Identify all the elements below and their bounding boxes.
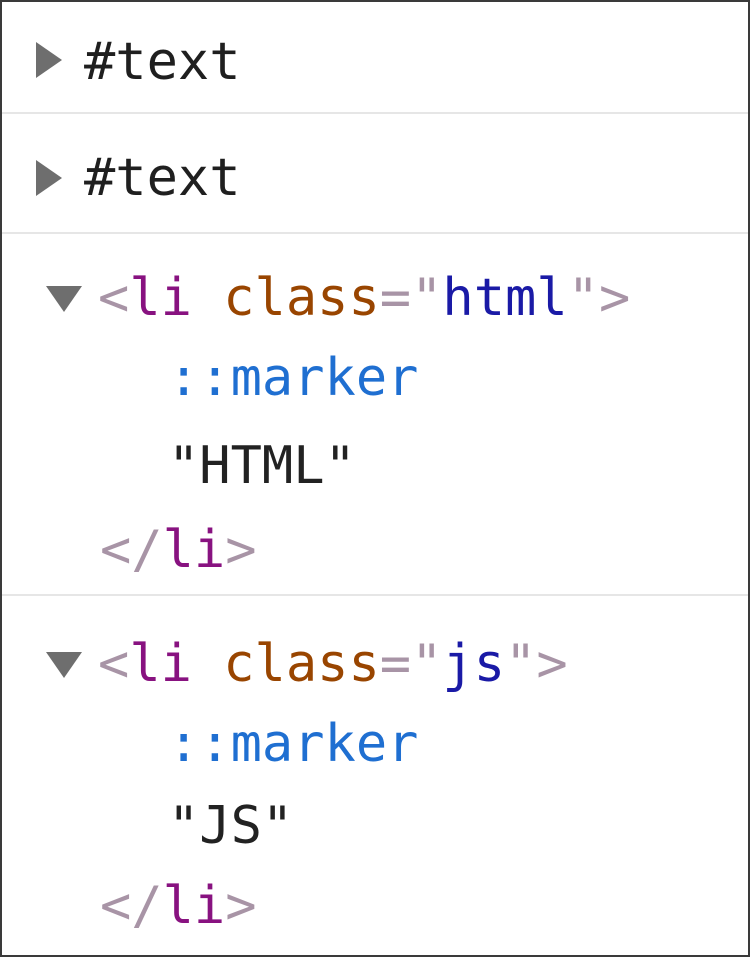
- close-tag-line: </li>: [100, 876, 257, 936]
- dom-node-text-1[interactable]: #text: [2, 2, 748, 112]
- text-node-label: #text: [84, 148, 241, 208]
- tag-bracket: </: [100, 520, 163, 580]
- quote: ": [411, 268, 443, 328]
- collapse-triangle-icon[interactable]: [46, 286, 82, 312]
- tag-bracket: >: [225, 520, 257, 580]
- pseudo-element-marker[interactable]: ::marker: [168, 714, 418, 774]
- dom-node-li-html[interactable]: <li class="html"> ::marker "HTML" </li>: [2, 234, 748, 594]
- quote: ": [567, 268, 599, 328]
- text-node-label: #text: [84, 32, 241, 92]
- attribute-equals: =: [379, 634, 412, 694]
- tag-bracket: >: [536, 634, 568, 694]
- expand-triangle-icon[interactable]: [36, 42, 62, 78]
- text-content[interactable]: "JS": [168, 796, 293, 856]
- open-tag-line: <li class="js">: [98, 634, 568, 694]
- tag-bracket: </: [100, 876, 163, 936]
- collapse-triangle-icon[interactable]: [46, 652, 82, 678]
- attribute-name[interactable]: class: [223, 268, 380, 328]
- open-tag-line: <li class="html">: [98, 268, 630, 328]
- expand-triangle-icon[interactable]: [36, 160, 62, 196]
- quote: ": [411, 634, 443, 694]
- attribute-value[interactable]: js: [442, 634, 505, 694]
- close-tag-line: </li>: [100, 520, 257, 580]
- tag-name: li: [162, 876, 226, 936]
- attribute-name[interactable]: class: [223, 634, 380, 694]
- tag-name: li: [129, 634, 192, 694]
- tag-bracket: >: [598, 268, 631, 328]
- attribute-equals: =: [379, 268, 412, 328]
- tag-name: li: [129, 268, 192, 328]
- tag-name: li: [162, 520, 226, 580]
- attribute-value[interactable]: html: [442, 268, 567, 328]
- pseudo-element-marker[interactable]: ::marker: [168, 348, 418, 408]
- tag-bracket: <: [98, 268, 130, 328]
- dom-node-li-js[interactable]: <li class="js"> ::marker "JS" </li>: [2, 596, 748, 956]
- dom-tree-panel: #text #text <li class="html"> ::marker "…: [0, 0, 750, 957]
- tag-bracket: <: [98, 634, 130, 694]
- text-content[interactable]: "HTML": [168, 436, 356, 496]
- quote: ": [505, 634, 537, 694]
- tag-bracket: >: [225, 876, 257, 936]
- dom-node-text-2[interactable]: #text: [2, 114, 748, 232]
